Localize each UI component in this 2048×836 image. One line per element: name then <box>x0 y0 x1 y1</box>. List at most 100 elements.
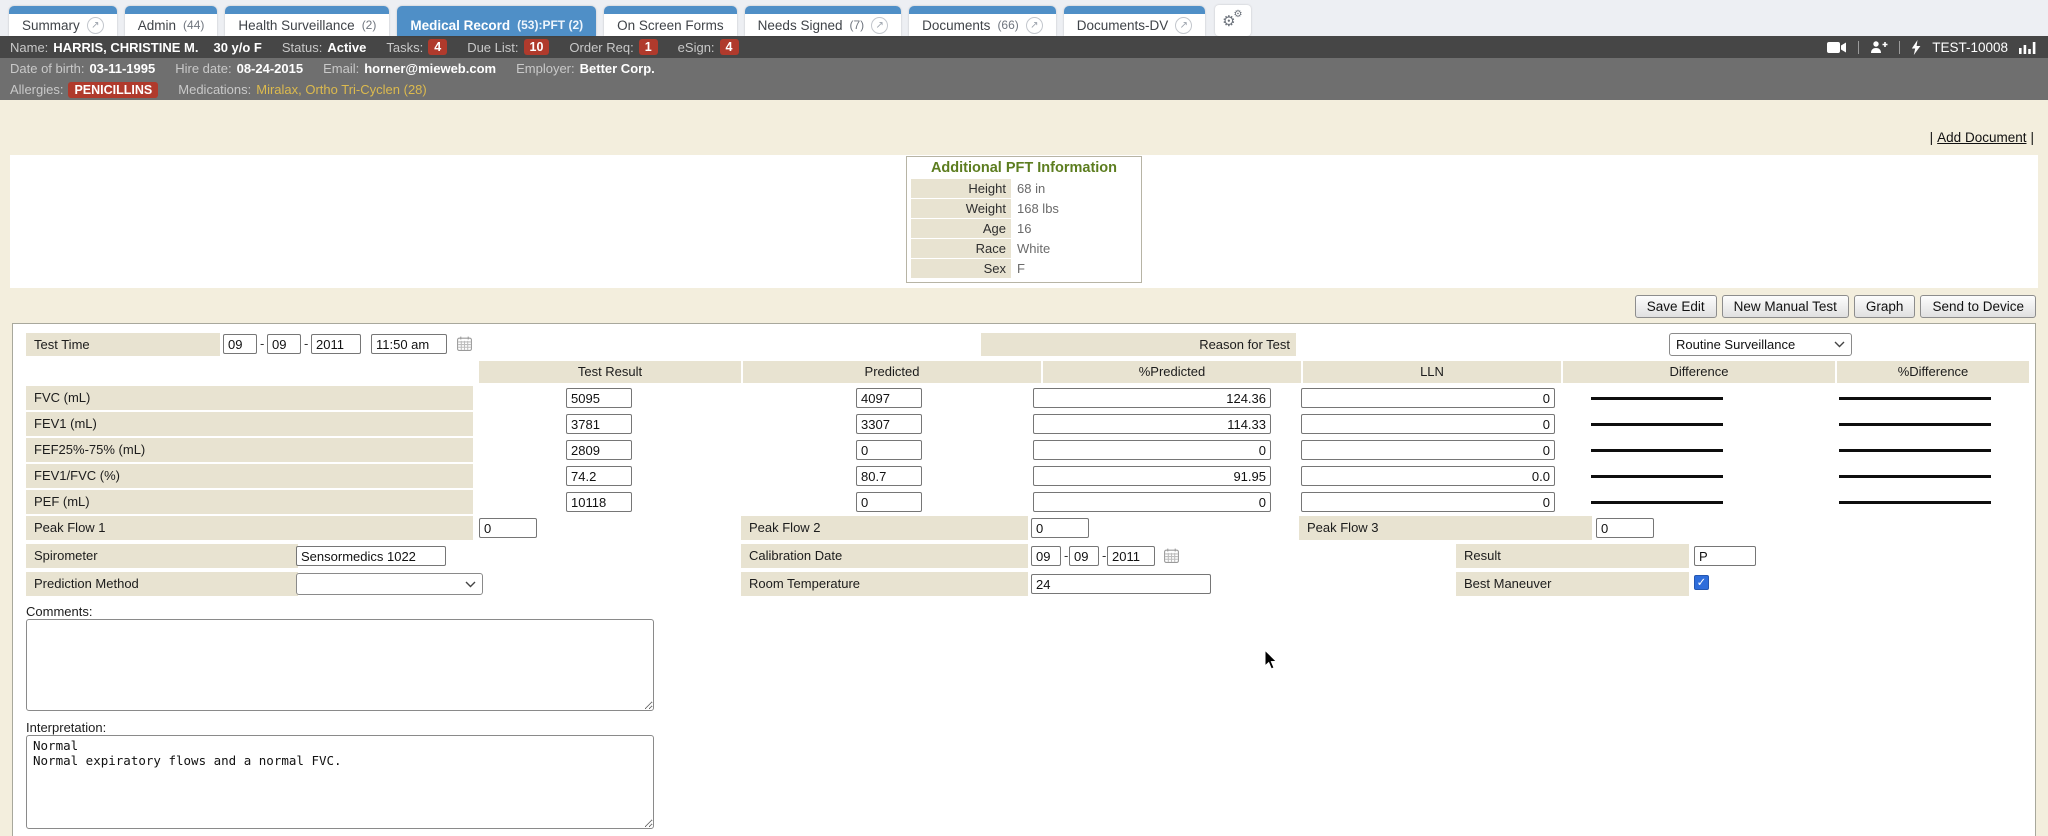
tasks-count-badge[interactable]: 4 <box>428 39 447 55</box>
tab-label: Admin <box>138 18 176 33</box>
new-manual-test-button[interactable]: New Manual Test <box>1722 295 1849 318</box>
result-input[interactable] <box>1694 546 1756 566</box>
tab-summary[interactable]: Summary ↗ <box>9 6 117 36</box>
chevron-down-icon <box>465 581 476 588</box>
graph-button[interactable]: Graph <box>1854 295 1916 318</box>
lln-input[interactable] <box>1301 388 1555 408</box>
best-maneuver-checkbox[interactable]: ✓ <box>1694 575 1709 590</box>
measure-label: FEV1/FVC (%) <box>26 464 473 488</box>
pct-predicted-input[interactable] <box>1033 414 1271 434</box>
comments-textarea[interactable] <box>26 619 654 711</box>
tab-on-screen-forms[interactable]: On Screen Forms <box>604 6 737 36</box>
peak-flow-3-input[interactable] <box>1596 518 1654 538</box>
medications-list[interactable]: Miralax, Ortho Tri-Cyclen (28) <box>256 82 426 97</box>
tab-label: Documents-DV <box>1077 18 1169 33</box>
predicted-input[interactable] <box>856 440 922 460</box>
tab-settings-button[interactable]: ⚙ ⚙ <box>1215 5 1251 36</box>
patient-name: HARRIS, CHRISTINE M. <box>53 40 198 55</box>
weight-label: Weight <box>911 199 1011 218</box>
pct-predicted-input[interactable] <box>1033 440 1271 460</box>
spirometer-input[interactable] <box>296 546 446 566</box>
pct-difference-line <box>1839 501 1991 504</box>
open-new-window-icon[interactable]: ↗ <box>1175 17 1192 34</box>
reason-for-test-value: Routine Surveillance <box>1676 337 1795 352</box>
test-month-input[interactable] <box>223 334 257 354</box>
lightning-icon[interactable] <box>1911 40 1921 55</box>
test-result-input[interactable] <box>566 414 632 434</box>
difference-line <box>1591 501 1723 504</box>
divider <box>1899 41 1900 54</box>
hire-date-label: Hire date: <box>175 61 231 76</box>
prediction-method-select[interactable] <box>296 573 483 595</box>
check-icon: ✓ <box>1697 577 1707 589</box>
add-person-icon[interactable] <box>1870 40 1888 54</box>
allergy-badge[interactable]: PENICILLINS <box>68 82 158 98</box>
difference-line <box>1591 475 1723 478</box>
save-edit-button[interactable]: Save Edit <box>1635 295 1717 318</box>
tab-admin[interactable]: Admin (44) <box>125 6 218 36</box>
esign-count-badge[interactable]: 4 <box>720 39 739 55</box>
order-req-count-badge[interactable]: 1 <box>639 39 658 55</box>
tab-label: Documents <box>922 18 990 33</box>
predicted-input[interactable] <box>856 414 922 434</box>
peak-flow-1-input[interactable] <box>479 518 537 538</box>
best-maneuver-label: Best Maneuver <box>1456 572 1689 596</box>
predicted-input[interactable] <box>856 388 922 408</box>
add-document-row: |Add Document| <box>0 130 2048 150</box>
prediction-method-label: Prediction Method <box>26 572 298 596</box>
room-temperature-input[interactable] <box>1031 574 1211 594</box>
due-list-count-badge[interactable]: 10 <box>524 39 550 55</box>
pft-form-panel: Test Time - - Reason for Test Routine Su… <box>12 323 2036 836</box>
predicted-input[interactable] <box>856 466 922 486</box>
bar-chart-icon[interactable] <box>2019 40 2036 54</box>
open-new-window-icon[interactable]: ↗ <box>87 17 104 34</box>
lln-input[interactable] <box>1301 466 1555 486</box>
tab-health-surveillance[interactable]: Health Surveillance (2) <box>225 6 389 36</box>
pft-info-row: Weight168 lbs <box>911 199 1137 218</box>
test-day-input[interactable] <box>267 334 301 354</box>
predicted-input[interactable] <box>856 492 922 512</box>
peak-flow-row: Peak Flow 1 Peak Flow 2 Peak Flow 3 <box>13 515 2035 541</box>
dob-value: 03-11-1995 <box>89 61 155 76</box>
tab-count: (53):PFT (2) <box>517 18 583 32</box>
gear-icon-small: ⚙ <box>1234 9 1243 20</box>
tab-documents[interactable]: Documents (66) ↗ <box>909 6 1056 36</box>
alerts-bar: Allergies: PENICILLINS Medications: Mira… <box>0 79 2048 100</box>
pct-difference-line <box>1839 449 1991 452</box>
test-result-input[interactable] <box>566 466 632 486</box>
calendar-icon[interactable] <box>456 335 473 357</box>
tab-medical-record[interactable]: Medical Record (53):PFT (2) <box>397 6 596 36</box>
calibration-day-input[interactable] <box>1069 546 1099 566</box>
lln-input[interactable] <box>1301 440 1555 460</box>
pct-difference-line <box>1839 423 1991 426</box>
add-document-link[interactable]: Add Document <box>1937 130 2026 145</box>
pct-predicted-input[interactable] <box>1033 388 1271 408</box>
peak-flow-1-label: Peak Flow 1 <box>26 516 473 540</box>
test-year-input[interactable] <box>311 334 361 354</box>
reason-for-test-select[interactable]: Routine Surveillance <box>1669 333 1852 356</box>
open-new-window-icon[interactable]: ↗ <box>1026 17 1043 34</box>
open-new-window-icon[interactable]: ↗ <box>871 17 888 34</box>
tab-documents-dv[interactable]: Documents-DV ↗ <box>1064 6 1206 36</box>
pct-predicted-input[interactable] <box>1033 466 1271 486</box>
height-label: Height <box>911 179 1011 198</box>
interpretation-textarea[interactable]: Normal Normal expiratory flows and a nor… <box>26 735 654 829</box>
calibration-month-input[interactable] <box>1031 546 1061 566</box>
peak-flow-2-input[interactable] <box>1031 518 1089 538</box>
lln-input[interactable] <box>1301 492 1555 512</box>
tab-needs-signed[interactable]: Needs Signed (7) ↗ <box>745 6 901 36</box>
calendar-icon[interactable] <box>1163 547 1180 569</box>
test-time-input[interactable] <box>371 334 447 354</box>
lln-input[interactable] <box>1301 414 1555 434</box>
send-to-device-button[interactable]: Send to Device <box>1920 295 2036 318</box>
measure-label: FEV1 (mL) <box>26 412 473 436</box>
calibration-year-input[interactable] <box>1107 546 1155 566</box>
test-result-input[interactable] <box>566 492 632 512</box>
chevron-down-icon <box>1834 341 1845 348</box>
tab-count: (44) <box>183 18 204 32</box>
pct-predicted-input[interactable] <box>1033 492 1271 512</box>
video-camera-icon[interactable] <box>1827 41 1847 54</box>
employer-label: Employer: <box>516 61 575 76</box>
test-result-input[interactable] <box>566 440 632 460</box>
test-result-input[interactable] <box>566 388 632 408</box>
